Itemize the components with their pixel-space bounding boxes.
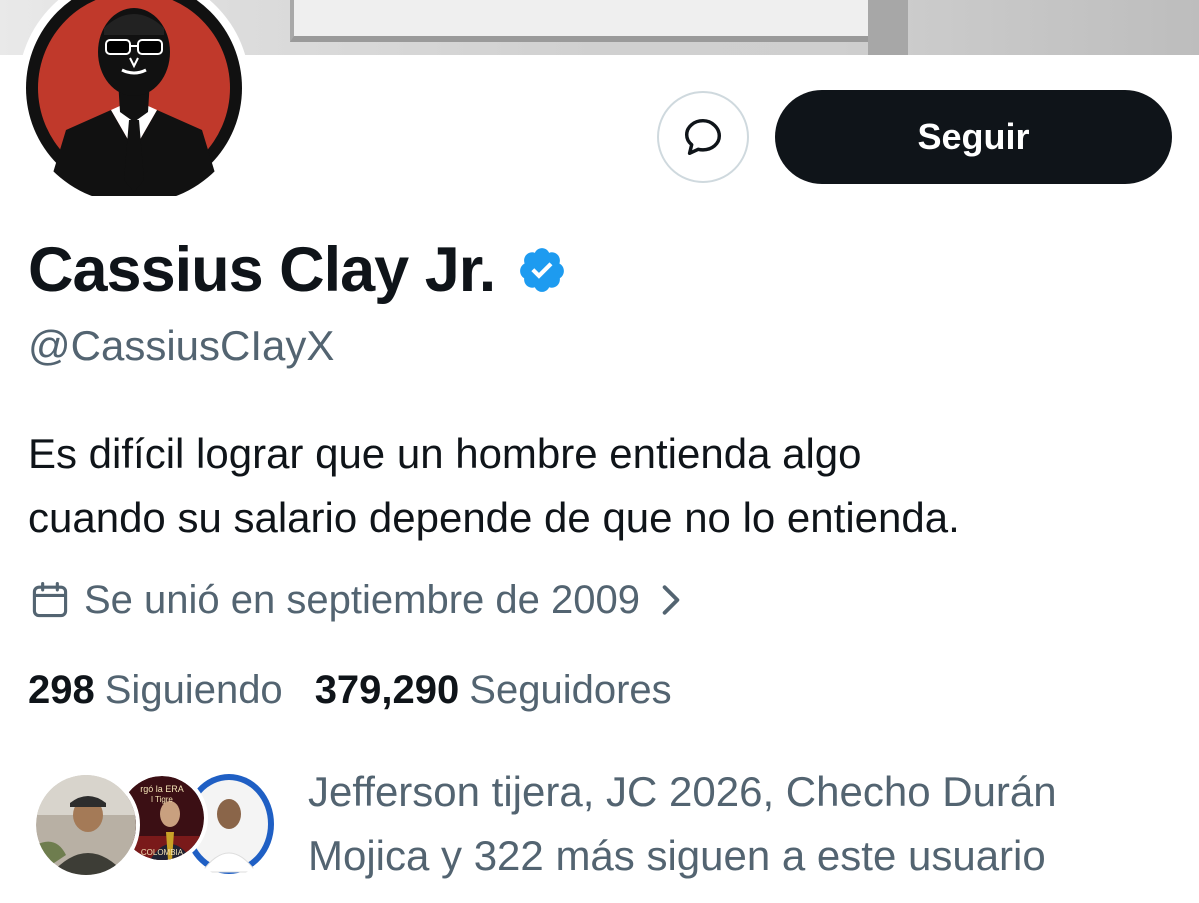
profile-name: Cassius Clay Jr. xyxy=(28,235,496,305)
message-button[interactable] xyxy=(657,91,749,183)
follower-avatar[interactable] xyxy=(32,771,140,879)
joined-date-text: Se unió en septiembre de 2009 xyxy=(84,577,640,622)
joined-date-row[interactable]: Se unió en septiembre de 2009 xyxy=(28,572,684,628)
avatar-caption: l Tigre xyxy=(151,795,173,804)
banner-window-frame xyxy=(868,0,908,55)
followed-by-line: Mojica y 322 más siguen a este usuario xyxy=(308,832,1046,879)
followers-link[interactable]: 379,290 Seguidores xyxy=(315,668,672,713)
banner-window-pane xyxy=(290,0,878,42)
followed-by-text[interactable]: Jefferson tijera, JC 2026, Checho Durán … xyxy=(308,760,1168,888)
followed-by-line: Jefferson tijera, JC 2026, Checho Durán xyxy=(308,768,1057,815)
profile-stats: 298 Siguiendo 379,290 Seguidores xyxy=(28,664,672,716)
followers-label: Seguidores xyxy=(469,667,672,712)
following-link[interactable]: 298 Siguiendo xyxy=(28,668,283,713)
profile-bio: Es difícil lograr que un hombre entienda… xyxy=(28,422,1178,550)
avatar-caption: COLOMBIA xyxy=(141,848,184,857)
profile-name-row: Cassius Clay Jr. xyxy=(28,232,567,308)
following-label: Siguiendo xyxy=(104,667,283,712)
bio-line: Es difícil lograr que un hombre entienda… xyxy=(28,430,862,477)
followers-count: 379,290 xyxy=(314,667,460,712)
chevron-right-icon xyxy=(658,583,684,617)
calendar-icon xyxy=(28,578,72,622)
bio-line: cuando su salario depende de que no lo e… xyxy=(28,494,960,541)
profile-handle: @CassiusCIayX xyxy=(28,322,335,369)
avatar-illustration xyxy=(26,0,242,196)
profile-avatar[interactable] xyxy=(18,0,250,204)
following-count: 298 xyxy=(28,667,95,712)
avatar-caption: rgó la ERA xyxy=(140,784,184,794)
message-bubble-icon xyxy=(684,118,722,156)
follow-button[interactable]: Seguir xyxy=(775,90,1172,184)
verified-badge-icon[interactable] xyxy=(517,245,567,295)
